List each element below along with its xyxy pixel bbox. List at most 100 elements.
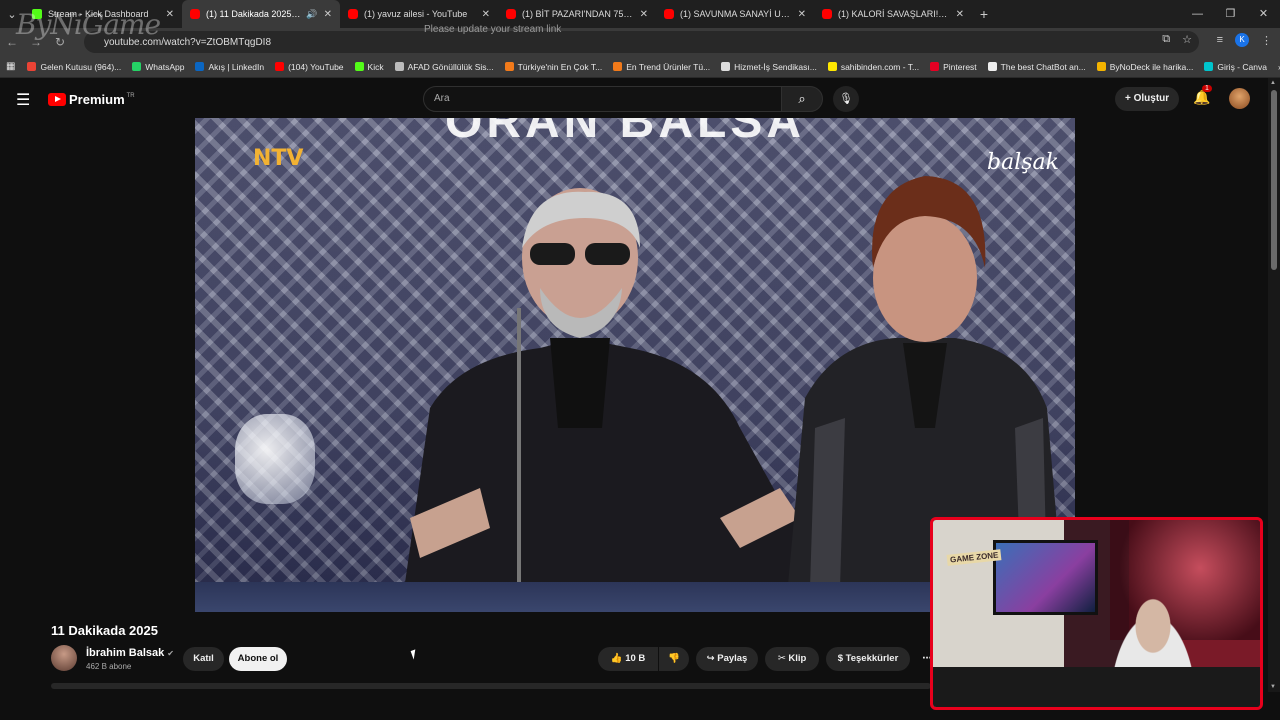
- close-window-icon[interactable]: ✕: [1247, 0, 1280, 28]
- menu-icon[interactable]: ⋮: [1261, 34, 1272, 47]
- thumbs-down-icon: 👎: [668, 653, 680, 664]
- dislike-button[interactable]: 👎: [659, 647, 689, 671]
- channel-watermark: NTV: [253, 146, 304, 171]
- bookmark-gmail[interactable]: Gelen Kutusu (964)...: [27, 62, 121, 72]
- clip-button[interactable]: ✂ Klip: [765, 647, 819, 671]
- address-bar[interactable]: youtube.com/watch?v=ZtOBMTqgDI8: [84, 31, 1199, 53]
- channel-name-link[interactable]: İbrahim Balsak ✔: [86, 647, 174, 659]
- pinterest-icon: [930, 62, 940, 71]
- bookmark-label: The best ChatBot an...: [1000, 61, 1086, 72]
- bookmark-pinterest[interactable]: Pinterest: [930, 62, 977, 72]
- webcam-overlay: GAME ZONE: [930, 517, 1263, 710]
- notification-badge: 1: [1202, 85, 1212, 92]
- bookmark-star-icon[interactable]: ☆: [1182, 33, 1192, 46]
- tab-title: (1) BİT PAZARI'NDAN 7500 TL İ...: [522, 9, 634, 19]
- close-icon[interactable]: ✕: [482, 9, 490, 20]
- scroll-down-icon[interactable]: ▼: [1270, 684, 1276, 690]
- close-icon[interactable]: ✕: [798, 9, 806, 20]
- microphone-icon: 🎙: [839, 93, 853, 105]
- bookmark-label: (104) YouTube: [288, 61, 344, 72]
- thanks-label: Teşekkürler: [845, 653, 899, 664]
- media-controls-icon[interactable]: ≡: [1217, 34, 1223, 46]
- close-icon[interactable]: ✕: [166, 9, 174, 20]
- bookmark-hizmet-is[interactable]: Hizmet-İş Sendikası...: [721, 62, 817, 72]
- youtube-logo[interactable]: Premium TR: [48, 92, 135, 107]
- scissors-icon: ✂: [777, 653, 786, 664]
- bookmark-label: Kick: [367, 61, 384, 72]
- bookmark-sahibinden[interactable]: sahibinden.com - T...: [827, 61, 920, 72]
- bookmark-linkedin[interactable]: Akış | LinkedIn: [195, 62, 264, 72]
- kick-icon: [354, 62, 364, 71]
- bookmark-label: AFAD Gönüllülük Sis...: [407, 61, 494, 72]
- channel-avatar[interactable]: [51, 645, 77, 671]
- description-box[interactable]: [51, 683, 931, 689]
- like-button[interactable]: 👍 10 B: [598, 647, 658, 671]
- omnibox-actions: ⧉ ☆: [1162, 33, 1192, 46]
- search-button[interactable]: ⌕: [781, 86, 823, 112]
- apps-grid-icon[interactable]: ▦: [6, 61, 15, 72]
- create-button[interactable]: + Oluştur: [1115, 87, 1180, 111]
- minimize-icon[interactable]: —: [1181, 0, 1214, 28]
- toolbar-right: ≡ K ⋮: [1217, 33, 1272, 47]
- page-scrollbar[interactable]: ▲ ▼: [1268, 78, 1280, 692]
- canva-icon: [1204, 62, 1214, 71]
- join-button[interactable]: Katıl: [183, 647, 224, 671]
- close-icon[interactable]: ✕: [640, 9, 648, 20]
- stream-warning-text: Please update your stream link: [424, 24, 562, 35]
- create-label: Oluştur: [1133, 93, 1170, 104]
- speaker-icon[interactable]: 🔊: [306, 9, 317, 20]
- new-tab-button[interactable]: +: [972, 6, 996, 22]
- bookmark-kick[interactable]: Kick: [354, 61, 384, 72]
- sahibinden-icon: [827, 62, 837, 71]
- desk: [933, 667, 1260, 707]
- search-input[interactable]: Ara: [423, 86, 782, 112]
- thanks-button[interactable]: $ Teşekkürler: [826, 647, 910, 671]
- clip-label: Klip: [788, 653, 807, 664]
- video-title: 11 Dakikada 2025: [51, 623, 158, 638]
- bookmark-trendyol-1[interactable]: Türkiye'nin En Çok T...: [504, 61, 603, 72]
- bookmark-label: Gelen Kutusu (964)...: [40, 61, 122, 72]
- notifications-button[interactable]: 🔔 1: [1193, 85, 1212, 106]
- close-icon[interactable]: ✕: [324, 9, 332, 20]
- bookmark-canva[interactable]: Giriş - Canva: [1204, 62, 1267, 72]
- stage-banner: ORAN BALSA: [445, 118, 805, 148]
- bynodeck-icon: [1096, 62, 1106, 71]
- install-app-icon[interactable]: ⧉: [1162, 33, 1170, 46]
- bookmark-label: En Trend Ürünler Tü...: [626, 61, 711, 72]
- scrollbar-thumb[interactable]: [1271, 90, 1277, 270]
- bookmark-bynodeck[interactable]: ByNoDeck ile harika...: [1096, 62, 1193, 72]
- bookmark-chatbot[interactable]: The best ChatBot an...: [987, 61, 1086, 72]
- account-avatar[interactable]: [1229, 88, 1250, 109]
- close-icon[interactable]: ✕: [956, 9, 964, 20]
- microphone-stand: [517, 308, 521, 612]
- restore-icon[interactable]: ❐: [1214, 0, 1247, 28]
- linkedin-icon: [195, 62, 205, 71]
- window-controls: — ❐ ✕: [1181, 0, 1280, 28]
- voice-search-button[interactable]: 🎙: [833, 86, 859, 112]
- super-thanks-icon: $: [837, 653, 843, 664]
- thumbs-up-icon: 👍: [610, 653, 623, 664]
- bookmark-youtube[interactable]: (104) YouTube: [275, 61, 344, 72]
- bookmark-label: sahibinden.com - T...: [840, 61, 920, 72]
- bookmark-whatsapp[interactable]: WhatsApp: [132, 62, 184, 72]
- subscribe-button[interactable]: Abone ol: [229, 647, 287, 671]
- youtube-icon: [506, 9, 516, 19]
- youtube-icon: [190, 9, 200, 19]
- logo-text: Premium: [69, 92, 125, 107]
- bookmarks-bar: ▦ Gelen Kutusu (964)... WhatsApp Akış | …: [0, 56, 1280, 78]
- bookmark-label: Hizmet-İş Sendikası...: [734, 61, 817, 72]
- share-icon: ↪: [706, 653, 715, 664]
- bookmark-label: Türkiye'nin En Çok T...: [517, 61, 603, 72]
- scroll-up-icon[interactable]: ▲: [1270, 80, 1276, 86]
- tab-kalori-savaslari[interactable]: (1) KALORİ SAVAŞLARI! 1. BÖLÜ... ✕: [814, 0, 972, 28]
- bookmark-trendyol-2[interactable]: En Trend Ürünler Tü...: [613, 62, 710, 72]
- profile-avatar[interactable]: K: [1235, 33, 1249, 47]
- bookmark-afad[interactable]: AFAD Gönüllülük Sis...: [394, 61, 494, 72]
- hamburger-menu-icon[interactable]: ☰: [16, 90, 30, 110]
- tab-11-dakikada[interactable]: (1) 11 Dakikada 2025 - YouTube 🔊 ✕: [182, 0, 340, 28]
- tab-savunma-sanayi[interactable]: (1) SAVUNMA SANAYİ UZMANI... ✕: [656, 0, 814, 28]
- share-button[interactable]: ↪ Paylaş: [696, 647, 758, 671]
- gmail-icon: [27, 62, 37, 71]
- youtube-icon: [348, 9, 358, 19]
- verified-icon: ✔: [167, 649, 174, 658]
